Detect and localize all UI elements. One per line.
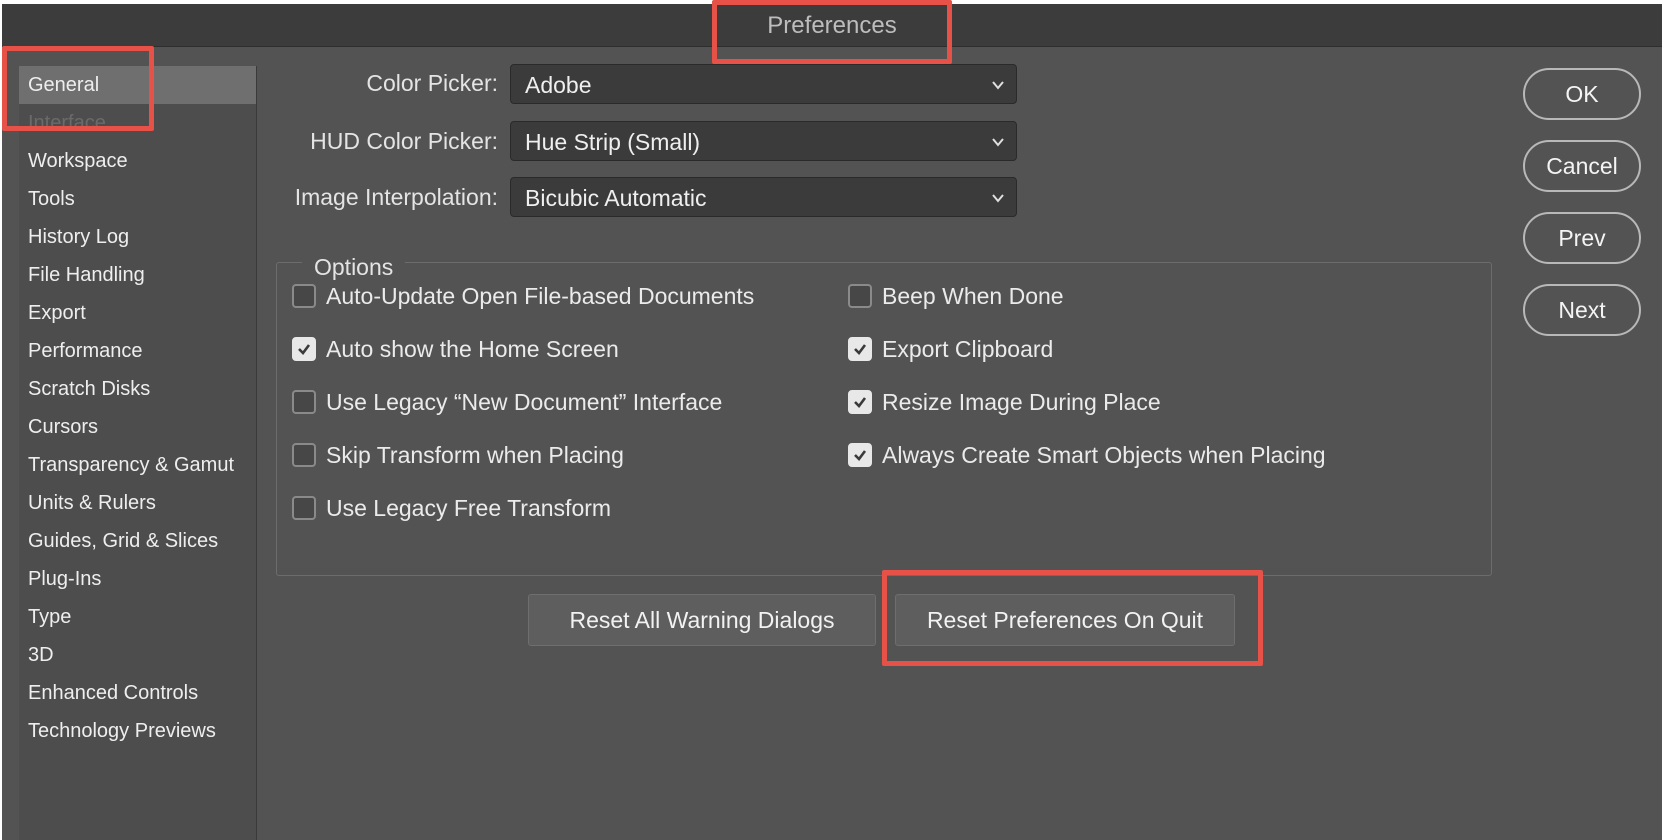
- color-picker-value: Adobe: [525, 72, 592, 98]
- option-label: Auto show the Home Screen: [326, 336, 619, 362]
- sidebar-item-tools[interactable]: Tools: [19, 180, 256, 218]
- chevron-down-icon: [992, 81, 1004, 90]
- preferences-window: Preferences General Interface Workspace …: [2, 4, 1662, 840]
- option-label: Export Clipboard: [882, 336, 1054, 362]
- checkmark-icon: [854, 344, 867, 355]
- checkmark-icon: [854, 397, 867, 408]
- checkmark-icon: [298, 344, 311, 355]
- hud-color-picker-value: Hue Strip (Small): [525, 129, 701, 155]
- sidebar-item-scratch-disks[interactable]: Scratch Disks: [19, 370, 256, 408]
- option-label: Auto-Update Open File-based Documents: [326, 283, 755, 309]
- sidebar-item-technology-previews[interactable]: Technology Previews: [19, 712, 256, 750]
- sidebar-item-type[interactable]: Type: [19, 598, 256, 636]
- sidebar-item-interface[interactable]: Interface: [19, 104, 256, 142]
- checkbox-unchecked[interactable]: [848, 284, 872, 308]
- checkbox-checked[interactable]: [848, 443, 872, 467]
- checkbox-checked[interactable]: [848, 337, 872, 361]
- checkbox-unchecked[interactable]: [292, 390, 316, 414]
- preferences-sidebar: General Interface Workspace Tools Histor…: [19, 66, 257, 840]
- checkbox-checked[interactable]: [292, 337, 316, 361]
- hud-color-picker-select[interactable]: Hue Strip (Small): [510, 121, 1017, 161]
- option-label: Resize Image During Place: [882, 389, 1161, 415]
- ok-button[interactable]: OK: [1523, 68, 1641, 120]
- sidebar-item-export[interactable]: Export: [19, 294, 256, 332]
- sidebar-item-file-handling[interactable]: File Handling: [19, 256, 256, 294]
- image-interpolation-value: Bicubic Automatic: [525, 185, 707, 211]
- sidebar-item-plug-ins[interactable]: Plug-Ins: [19, 560, 256, 598]
- sidebar-item-history-log[interactable]: History Log: [19, 218, 256, 256]
- reset-preferences-on-quit-button[interactable]: Reset Preferences On Quit: [895, 594, 1235, 646]
- sidebar-item-general[interactable]: General: [19, 66, 256, 104]
- sidebar-item-units-rulers[interactable]: Units & Rulers: [19, 484, 256, 522]
- chevron-down-icon: [992, 138, 1004, 147]
- title-bar: Preferences: [2, 4, 1662, 47]
- option-label: Skip Transform when Placing: [326, 442, 624, 468]
- options-legend: Options: [302, 252, 406, 282]
- sidebar-item-workspace[interactable]: Workspace: [19, 142, 256, 180]
- option-label: Always Create Smart Objects when Placing: [882, 442, 1326, 468]
- image-interpolation-label: Image Interpolation:: [294, 184, 498, 210]
- option-label: Use Legacy Free Transform: [326, 495, 612, 521]
- next-button[interactable]: Next: [1523, 284, 1641, 336]
- option-label: Beep When Done: [882, 283, 1064, 309]
- chevron-down-icon: [992, 194, 1004, 203]
- sidebar-item-enhanced-controls[interactable]: Enhanced Controls: [19, 674, 256, 712]
- sidebar-item-performance[interactable]: Performance: [19, 332, 256, 370]
- color-picker-label: Color Picker:: [366, 70, 498, 96]
- reset-warning-dialogs-button[interactable]: Reset All Warning Dialogs: [528, 594, 876, 646]
- cancel-button[interactable]: Cancel: [1523, 140, 1641, 192]
- checkbox-unchecked[interactable]: [292, 443, 316, 467]
- hud-color-picker-label: HUD Color Picker:: [310, 128, 498, 154]
- sidebar-item-guides-grid-slices[interactable]: Guides, Grid & Slices: [19, 522, 256, 560]
- checkbox-unchecked[interactable]: [292, 496, 316, 520]
- image-interpolation-select[interactable]: Bicubic Automatic: [510, 177, 1017, 217]
- checkbox-unchecked[interactable]: [292, 284, 316, 308]
- window-title: Preferences: [767, 12, 897, 39]
- checkbox-checked[interactable]: [848, 390, 872, 414]
- color-picker-select[interactable]: Adobe: [510, 64, 1017, 104]
- sidebar-item-transparency-gamut[interactable]: Transparency & Gamut: [19, 446, 256, 484]
- sidebar-item-cursors[interactable]: Cursors: [19, 408, 256, 446]
- sidebar-item-3d[interactable]: 3D: [19, 636, 256, 674]
- option-label: Use Legacy “New Document” Interface: [326, 389, 723, 415]
- prev-button[interactable]: Prev: [1523, 212, 1641, 264]
- checkmark-icon: [854, 450, 867, 461]
